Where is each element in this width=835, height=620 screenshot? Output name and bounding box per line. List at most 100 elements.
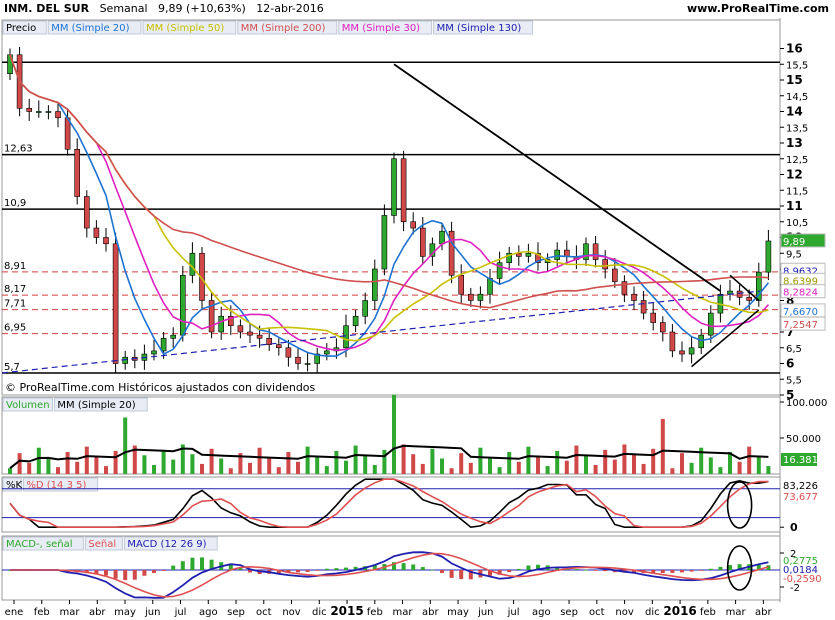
candle — [343, 325, 349, 349]
macd-histogram-bar — [430, 569, 435, 571]
macd-legend-item: MACD (12 26 9) — [127, 539, 206, 550]
volume-bar — [564, 460, 569, 474]
volume-legend-item: MM (Simple 20) — [57, 400, 135, 411]
volume-bar — [248, 462, 252, 474]
x-tick-label: mar — [726, 607, 747, 618]
x-tick-label: nov — [615, 607, 633, 618]
volume-bar — [420, 463, 425, 474]
x-tick-label: jun — [477, 607, 493, 618]
volume-bar — [459, 453, 464, 474]
volume-bar — [363, 455, 368, 474]
macd-histogram-bar — [660, 570, 665, 573]
volume-bar — [430, 448, 435, 474]
candle — [679, 350, 685, 355]
price-value-label: 7,2547 — [783, 320, 818, 331]
macd-histogram-bar — [113, 570, 118, 579]
macd-legend-item: Señal — [88, 539, 116, 550]
candle — [765, 240, 772, 273]
price-value-label: 8,2824 — [783, 288, 818, 299]
price-tick-label: 14,5 — [786, 92, 808, 103]
price-tick-label: 16 — [786, 42, 803, 56]
volume-bar — [718, 467, 723, 474]
stoch-d-value: 73,677 — [783, 492, 818, 503]
macd-histogram-bar — [104, 570, 108, 576]
level-label: 12,63 — [4, 144, 33, 155]
macd-histogram-bar — [324, 568, 329, 570]
candle — [410, 221, 417, 229]
price-legend-item: MM (Simple 20) — [51, 23, 129, 34]
x-tick-label: mar — [60, 607, 81, 618]
volume-bar — [622, 444, 627, 474]
candle — [391, 158, 397, 216]
macd-histogram-bar — [708, 568, 713, 570]
candle — [458, 274, 465, 295]
price-tick-label: 12 — [786, 168, 803, 182]
price-tick-label: 11 — [786, 199, 803, 213]
volume-bar — [46, 457, 51, 474]
x-tick-label: abr — [422, 607, 439, 618]
candle — [467, 293, 474, 301]
level-label: 6,95 — [4, 323, 26, 334]
stoch-legend-item: %K — [6, 480, 23, 491]
candle — [592, 243, 599, 260]
candle — [237, 325, 244, 333]
x-tick-label: abr — [89, 607, 106, 618]
price-value-label: 7,6670 — [783, 307, 818, 318]
x-tick-label: 2015 — [330, 604, 363, 618]
candle — [55, 111, 61, 119]
x-tick-label: oct — [256, 607, 272, 618]
x-tick-label: dic — [645, 607, 660, 618]
macd-histogram-bar — [344, 567, 348, 570]
macd-value-3: -0,2590 — [783, 574, 822, 585]
macd-histogram-bar — [526, 565, 531, 570]
volume-bar — [372, 465, 377, 474]
x-tick-label: 2016 — [663, 604, 696, 618]
volume-bar — [94, 456, 99, 474]
volume-bar — [142, 455, 147, 474]
volume-bar — [651, 448, 656, 474]
x-tick-label: nov — [282, 607, 300, 618]
candle — [74, 149, 80, 197]
candle — [103, 237, 109, 245]
volume-bar — [161, 449, 166, 474]
macd-histogram-bar — [142, 570, 147, 576]
volume-bar — [152, 465, 156, 474]
price-tick-label: 11,5 — [786, 186, 808, 197]
macd-histogram-bar — [728, 565, 732, 570]
volume-bar — [497, 467, 502, 474]
macd-histogram-bar — [420, 567, 425, 570]
volume-bar — [641, 463, 646, 474]
volume-bar — [344, 460, 348, 474]
candle — [554, 249, 561, 260]
macd-legend-item: MACD-, señal — [6, 539, 73, 550]
volume-bar — [545, 466, 550, 474]
candle — [285, 347, 292, 358]
macd-histogram-bar — [305, 570, 310, 572]
price-legend-item: MM (Simple 130) — [437, 23, 522, 34]
macd-histogram-bar — [670, 570, 675, 573]
candle — [707, 312, 714, 336]
volume-bar — [75, 461, 80, 474]
price-legend-item: MM (Simple 200) — [241, 23, 326, 34]
candle — [247, 331, 253, 336]
macd-histogram-bar — [449, 570, 454, 578]
volume-legend-item: Volumen — [6, 400, 50, 411]
chart-window: INM. DEL SUR Semanal 9,89 (+10,63%) 12-a… — [0, 0, 835, 620]
macd-histogram-bar — [440, 570, 444, 573]
volume-bar — [65, 452, 70, 474]
macd-histogram-bar — [161, 570, 166, 571]
volume-bar — [747, 446, 752, 474]
candle — [631, 293, 637, 301]
volume-bar — [670, 468, 675, 474]
candle — [160, 337, 167, 352]
x-tick-label: may — [114, 607, 136, 618]
stoch-legend-item: %D (14 3 5) — [26, 480, 86, 491]
volume-bar — [449, 468, 454, 474]
volume-bar — [574, 445, 579, 474]
candle — [84, 196, 90, 229]
volume-bar — [286, 452, 291, 474]
x-tick-label: jul — [507, 607, 520, 618]
volume-bar — [257, 447, 262, 474]
x-tick-label: ago — [532, 607, 551, 618]
volume-bar — [219, 458, 224, 474]
